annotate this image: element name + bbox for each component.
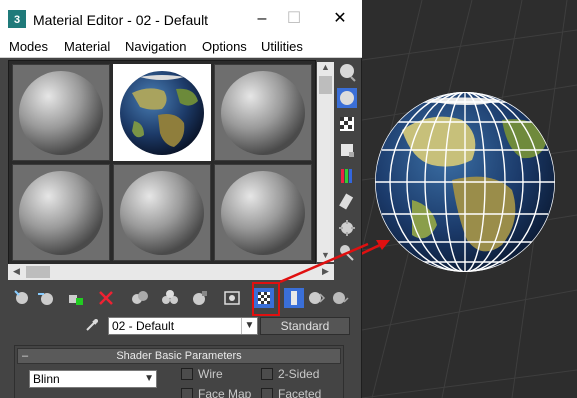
- scroll-thumb[interactable]: [319, 76, 332, 94]
- two-sided-checkbox[interactable]: [261, 368, 273, 380]
- sample-slot-selected[interactable]: [113, 64, 211, 161]
- make-preview-icon[interactable]: [337, 192, 357, 212]
- close-button[interactable]: ✕: [318, 4, 362, 34]
- uv-tiling-icon[interactable]: [337, 140, 357, 160]
- shader-type-value: Blinn: [33, 372, 60, 386]
- collapse-icon[interactable]: –: [22, 349, 28, 363]
- backlight-icon[interactable]: [337, 88, 357, 108]
- viewport[interactable]: [362, 0, 577, 398]
- wire-checkbox[interactable]: [181, 368, 193, 380]
- menu-options[interactable]: Options: [202, 39, 247, 54]
- globe-object[interactable]: [375, 92, 555, 272]
- go-to-parent-icon[interactable]: [306, 288, 326, 308]
- material-id-channel-icon[interactable]: [190, 288, 210, 308]
- app-icon: 3: [8, 10, 26, 28]
- sample-slot[interactable]: [12, 164, 110, 261]
- two-sided-label: 2-Sided: [278, 367, 320, 381]
- shader-type-dropdown[interactable]: Blinn ▼: [29, 370, 157, 388]
- rollout-header[interactable]: Shader Basic Parameters –: [17, 348, 341, 364]
- maximize-button[interactable]: ☐: [272, 4, 316, 34]
- gray-sphere: [19, 171, 103, 255]
- scroll-up-icon[interactable]: ▲: [317, 62, 334, 72]
- shader-basic-parameters-rollout: Shader Basic Parameters – Blinn ▼ Wire 2…: [14, 345, 344, 398]
- get-material-icon[interactable]: [12, 288, 32, 308]
- faceted-checkbox[interactable]: [261, 388, 273, 398]
- put-to-library-icon[interactable]: [160, 288, 180, 308]
- gray-sphere: [221, 71, 305, 155]
- menu-utilities[interactable]: Utilities: [261, 39, 303, 54]
- svg-text:3: 3: [14, 14, 20, 26]
- video-color-check-icon[interactable]: [337, 166, 357, 186]
- assign-to-selection-icon[interactable]: [66, 288, 86, 308]
- annotation-highlight-box: [252, 282, 280, 316]
- gray-sphere: [19, 71, 103, 155]
- scroll-thumb[interactable]: [26, 266, 50, 278]
- material-editor-window: 3 Material Editor - 02 - Default – ☐ ✕ M…: [0, 0, 362, 398]
- material-name-value: 02 - Default: [112, 319, 175, 333]
- title-bar[interactable]: 3 Material Editor - 02 - Default – ☐ ✕: [0, 0, 362, 36]
- face-map-checkbox[interactable]: [181, 388, 193, 398]
- material-name-field[interactable]: 02 - Default ▼: [108, 317, 258, 335]
- sample-slot[interactable]: [12, 64, 110, 161]
- scroll-left-icon[interactable]: ◀: [8, 266, 25, 277]
- material-toolbar: [8, 288, 360, 310]
- menu-bar: Modes Material Navigation Options Utilit…: [0, 36, 362, 58]
- annotation-arrow-line: [280, 242, 369, 284]
- faceted-label: Faceted: [278, 387, 322, 398]
- material-type-button[interactable]: Standard: [260, 317, 350, 335]
- chevron-down-icon[interactable]: ▼: [241, 318, 257, 334]
- menu-navigation[interactable]: Navigation: [125, 39, 186, 54]
- sample-slot[interactable]: [113, 164, 211, 261]
- rollout-title: Shader Basic Parameters: [116, 350, 242, 362]
- menu-material[interactable]: Material: [64, 39, 110, 54]
- earth-sphere: [120, 71, 204, 155]
- make-unique-icon[interactable]: [130, 288, 150, 308]
- wire-label: Wire: [198, 367, 223, 381]
- options-icon[interactable]: [337, 218, 357, 238]
- screen: 3 Material Editor - 02 - Default – ☐ ✕ M…: [0, 0, 577, 398]
- menu-modes[interactable]: Modes: [9, 39, 48, 54]
- reset-map-icon[interactable]: [96, 288, 116, 308]
- gray-sphere: [120, 171, 204, 255]
- put-to-scene-icon[interactable]: [36, 288, 56, 308]
- viewport-scene: [362, 0, 577, 398]
- sample-slots: [8, 60, 316, 265]
- sample-type-icon[interactable]: [337, 62, 357, 82]
- sample-slot[interactable]: [214, 64, 312, 161]
- show-end-result-icon[interactable]: [284, 288, 304, 308]
- window-title: Material Editor - 02 - Default: [33, 12, 209, 28]
- face-map-label: Face Map: [198, 387, 252, 398]
- pick-material-eyedropper-icon[interactable]: [84, 317, 100, 333]
- chevron-down-icon[interactable]: ▼: [144, 371, 154, 387]
- background-icon[interactable]: [337, 114, 357, 134]
- show-map-icon[interactable]: [222, 288, 242, 308]
- slots-vertical-scrollbar[interactable]: ▲ ▼: [317, 62, 334, 262]
- go-forward-to-sibling-icon[interactable]: [330, 288, 350, 308]
